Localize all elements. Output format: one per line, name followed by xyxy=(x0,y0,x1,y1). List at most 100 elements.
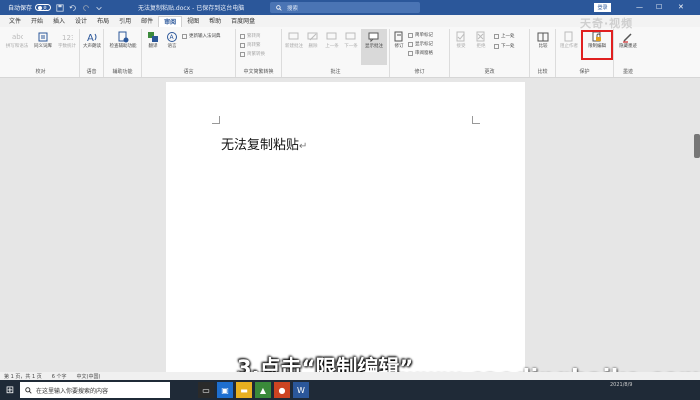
wordcount-button[interactable]: 123 字数统计 xyxy=(56,31,78,50)
group-chinese-conversion: 繁转简 简转繁 简繁转换 中文简繁转换 xyxy=(236,29,282,77)
tab-insert[interactable]: 插入 xyxy=(48,16,70,27)
search-placeholder: 搜索 xyxy=(287,5,299,12)
autosave-toggle[interactable]: 关 xyxy=(35,4,52,11)
status-page[interactable]: 第 1 页，共 1 页 xyxy=(4,373,42,380)
new-comment-button[interactable]: 新建批注 xyxy=(285,31,303,50)
maximize-icon[interactable]: ☐ xyxy=(656,3,662,11)
word-icon[interactable]: W xyxy=(293,382,309,398)
tab-layout[interactable]: 布局 xyxy=(92,16,114,27)
reject-label: 拒绝 xyxy=(476,44,486,49)
system-tray-date[interactable]: 2021/8/9 xyxy=(610,382,632,388)
redo-icon[interactable] xyxy=(82,4,90,12)
chrome-icon[interactable]: ● xyxy=(274,382,290,398)
svg-text:A: A xyxy=(170,34,175,41)
language-label: 语言 xyxy=(167,44,177,49)
tab-review[interactable]: 审阅 xyxy=(158,16,183,27)
accessibility-icon xyxy=(118,31,129,43)
track-changes-icon xyxy=(394,31,403,42)
prev-comment-button[interactable]: 上一条 xyxy=(323,31,341,50)
customize-toolbar-icon[interactable] xyxy=(95,4,103,12)
document-page[interactable] xyxy=(166,82,525,372)
group-proofing-name: 校对 xyxy=(35,69,46,75)
autosave-control[interactable]: 自动保存 关 xyxy=(8,3,52,12)
update-dict-icon xyxy=(182,33,187,39)
tab-references[interactable]: 引用 xyxy=(114,16,136,27)
app-icon-blue[interactable]: ▣ xyxy=(217,382,233,398)
thesaurus-button[interactable]: 同义词库 xyxy=(31,31,55,50)
scrollbar-handle[interactable] xyxy=(694,134,700,158)
taskbar-search[interactable]: 在这里输入你要搜索的内容 xyxy=(20,382,170,398)
group-chinese-name: 中文简繁转换 xyxy=(243,69,274,75)
hide-ink-label: 隐藏墨迹 xyxy=(619,44,637,49)
read-aloud-icon: A xyxy=(87,33,97,43)
task-view-icon[interactable]: ▭ xyxy=(198,382,214,398)
tab-help[interactable]: 帮助 xyxy=(204,16,226,27)
undo-icon[interactable] xyxy=(69,4,77,12)
to-traditional-label: 简转繁 xyxy=(247,43,261,48)
login-button[interactable]: 登录 xyxy=(594,3,611,12)
group-language-name: 语言 xyxy=(183,69,194,75)
to-simplified-button[interactable]: 繁转简 xyxy=(240,33,261,39)
reviewing-pane-icon xyxy=(408,50,413,56)
language-button[interactable]: A 语言 xyxy=(163,31,181,50)
next-change-icon xyxy=(494,43,499,49)
show-comments-button[interactable]: 显示批注 xyxy=(361,29,387,65)
group-protect-name: 保护 xyxy=(579,69,590,75)
compare-button[interactable]: 比较 xyxy=(533,31,553,50)
translate-label: 翻译 xyxy=(148,44,158,49)
block-authors-label: 阻止作者 xyxy=(560,44,578,49)
search-box[interactable]: 搜索 xyxy=(270,2,420,13)
margin-corner-tl xyxy=(212,116,220,124)
next-change-button[interactable]: 下一处 xyxy=(494,43,515,49)
minimize-icon[interactable]: — xyxy=(636,3,643,11)
tab-home[interactable]: 开始 xyxy=(26,16,48,27)
reject-icon xyxy=(476,31,485,42)
file-explorer-icon[interactable]: ▬ xyxy=(236,382,252,398)
reviewing-pane-dropdown[interactable]: 审阅窗格 xyxy=(408,50,433,56)
tab-view[interactable]: 视图 xyxy=(182,16,204,27)
update-input-dict-button[interactable]: 更新输入法词典 xyxy=(182,33,221,39)
windows-start-icon[interactable]: ⊞ xyxy=(0,385,20,396)
compare-label: 比较 xyxy=(538,44,548,49)
document-body-text[interactable]: 无法复制粘贴↵ xyxy=(221,134,307,153)
track-changes-button[interactable]: 修订 xyxy=(392,31,406,50)
next-comment-label: 下一条 xyxy=(344,44,358,49)
group-comments-name: 批注 xyxy=(330,69,341,75)
block-authors-button[interactable]: 阻止作者 xyxy=(558,31,580,50)
show-markup-dropdown[interactable]: 显示标记 xyxy=(408,41,433,47)
convert-button[interactable]: 简繁转换 xyxy=(240,51,265,57)
tab-file[interactable]: 文件 xyxy=(4,16,26,27)
delete-comment-button[interactable]: 删除 xyxy=(304,31,322,50)
app-icon-green[interactable]: ▲ xyxy=(255,382,271,398)
tab-baidu-netdisk[interactable]: 百度网盘 xyxy=(226,16,260,27)
close-icon[interactable]: ✕ xyxy=(678,3,684,11)
accept-icon xyxy=(456,31,465,42)
delete-comment-icon xyxy=(307,32,318,41)
convert-icon xyxy=(240,51,245,57)
read-aloud-button[interactable]: A 大声朗读 xyxy=(82,31,102,50)
tab-design[interactable]: 设计 xyxy=(70,16,92,27)
prev-change-button[interactable]: 上一处 xyxy=(494,33,515,39)
save-icon[interactable] xyxy=(56,3,64,12)
reject-button[interactable]: 拒绝 xyxy=(472,31,490,50)
group-changes: 接受 拒绝 上一处 下一处 更改 xyxy=(450,29,530,77)
reviewing-pane-label: 审阅窗格 xyxy=(415,51,433,56)
language-icon: A xyxy=(167,32,177,42)
hide-ink-button[interactable]: 隐藏墨迹 xyxy=(616,31,640,50)
simple-markup-dropdown[interactable]: 简单标记 xyxy=(408,32,433,38)
prev-comment-label: 上一条 xyxy=(325,44,339,49)
translate-button[interactable]: 翻译 xyxy=(144,31,162,50)
status-words[interactable]: 6 个字 xyxy=(52,373,67,380)
spelling-icon: abc xyxy=(12,33,23,41)
to-traditional-button[interactable]: 简转繁 xyxy=(240,42,261,48)
next-comment-button[interactable]: 下一条 xyxy=(342,31,360,50)
accept-button[interactable]: 接受 xyxy=(452,31,470,50)
group-tracking: 修订 简单标记 显示标记 审阅窗格 修订 xyxy=(390,29,450,77)
check-accessibility-button[interactable]: 检查辅助功能 xyxy=(108,31,138,50)
status-language[interactable]: 中文(中国) xyxy=(77,373,101,380)
tab-mailings[interactable]: 邮件 xyxy=(136,16,158,27)
translate-icon xyxy=(148,32,158,42)
show-comments-icon xyxy=(368,32,379,43)
spelling-button[interactable]: abc 拼写和语法 xyxy=(4,31,30,50)
search-icon xyxy=(276,4,282,11)
